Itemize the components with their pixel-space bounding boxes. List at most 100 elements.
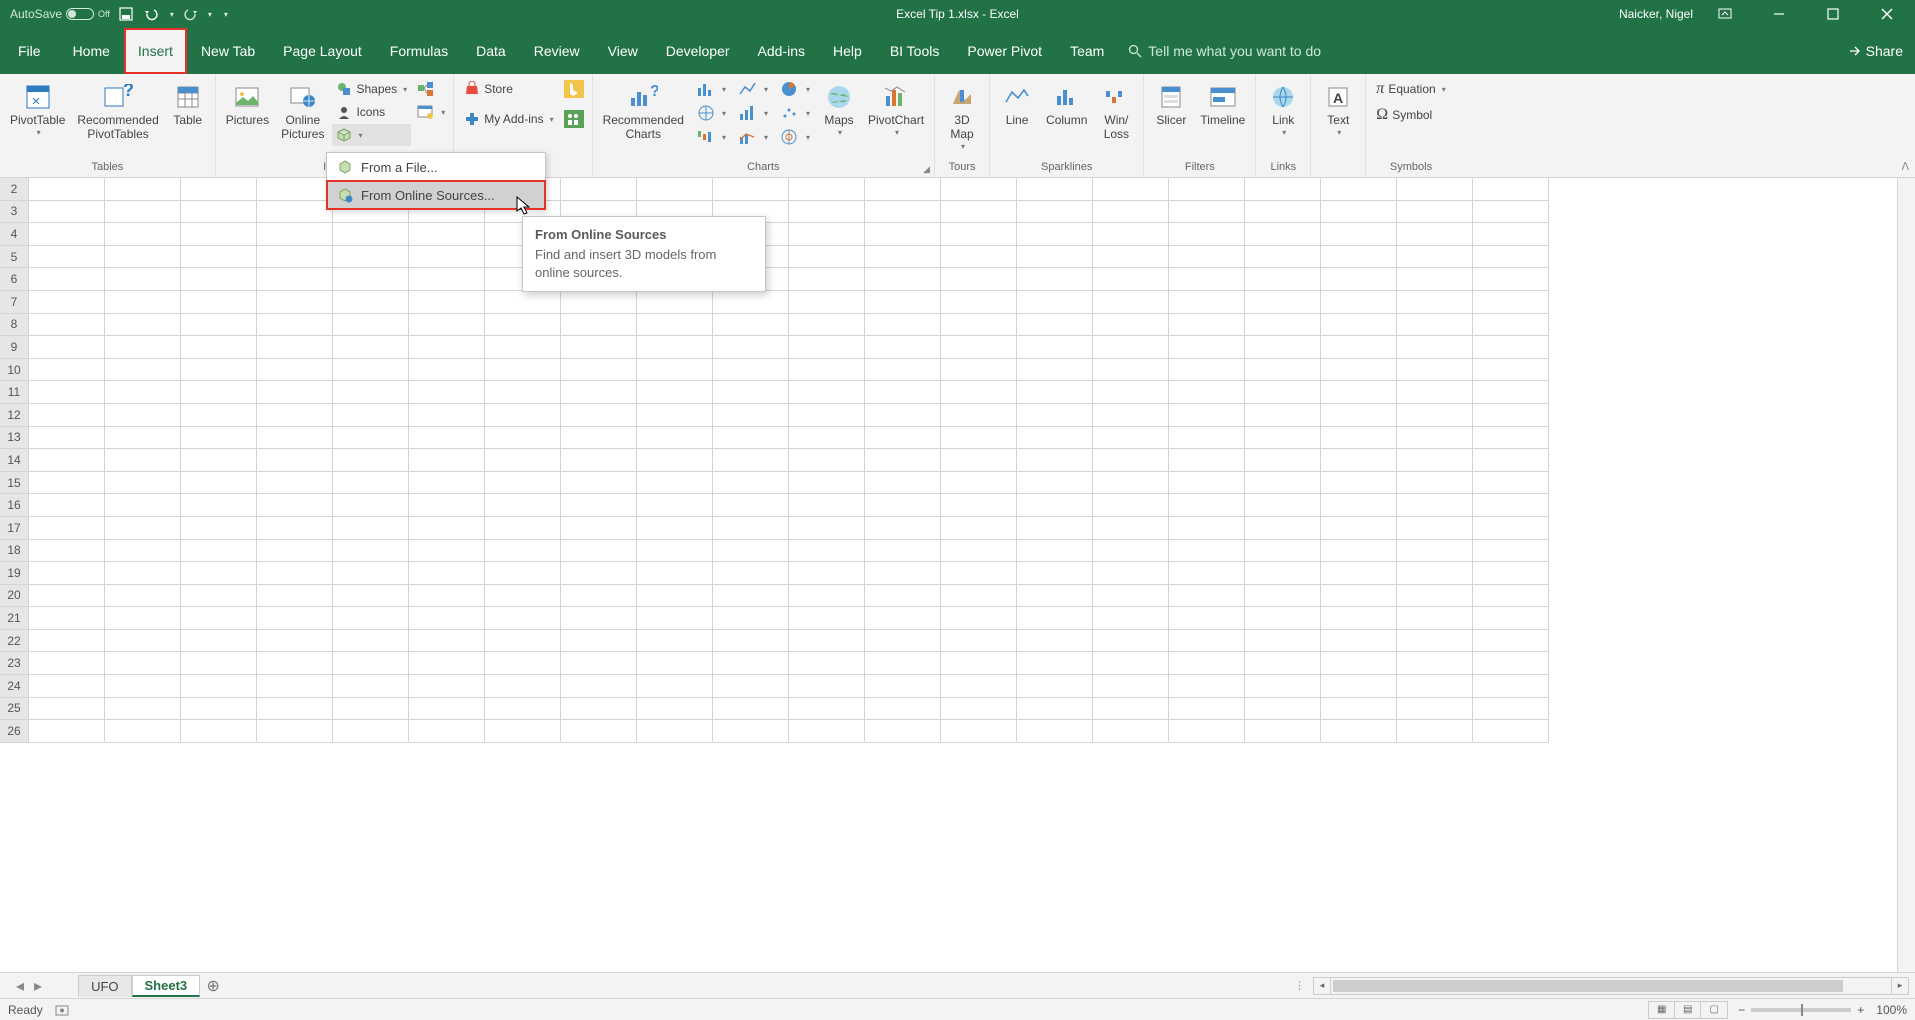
cell[interactable] xyxy=(1245,381,1321,404)
cell[interactable] xyxy=(865,178,941,201)
cell[interactable] xyxy=(941,359,1017,382)
cell[interactable] xyxy=(865,268,941,291)
cell[interactable] xyxy=(1093,585,1169,608)
cell[interactable] xyxy=(1017,540,1093,563)
cell[interactable] xyxy=(1017,336,1093,359)
cell[interactable] xyxy=(789,427,865,450)
cell[interactable] xyxy=(181,585,257,608)
cell[interactable] xyxy=(105,314,181,337)
cell[interactable] xyxy=(1245,223,1321,246)
cell[interactable] xyxy=(1473,472,1549,495)
cell[interactable] xyxy=(105,494,181,517)
cell[interactable] xyxy=(257,698,333,721)
cell[interactable] xyxy=(789,630,865,653)
cell[interactable] xyxy=(485,359,561,382)
cell[interactable] xyxy=(1017,314,1093,337)
row-header[interactable]: 4 xyxy=(0,223,29,246)
cell[interactable] xyxy=(29,540,105,563)
row-header[interactable]: 8 xyxy=(0,314,29,337)
cell[interactable] xyxy=(713,449,789,472)
cell[interactable] xyxy=(257,223,333,246)
cell[interactable] xyxy=(257,562,333,585)
cell[interactable] xyxy=(789,675,865,698)
cell[interactable] xyxy=(1473,517,1549,540)
cell[interactable] xyxy=(1169,404,1245,427)
charts-launcher[interactable]: ◢ xyxy=(923,164,930,175)
cell[interactable] xyxy=(865,449,941,472)
cell[interactable] xyxy=(1473,630,1549,653)
cell[interactable] xyxy=(713,652,789,675)
statistic-chart-button[interactable]: ▾ xyxy=(734,102,772,124)
cell[interactable] xyxy=(29,698,105,721)
cell[interactable] xyxy=(1017,178,1093,201)
cell[interactable] xyxy=(409,652,485,675)
cell[interactable] xyxy=(257,381,333,404)
cell[interactable] xyxy=(1169,540,1245,563)
cell[interactable] xyxy=(485,427,561,450)
cell[interactable] xyxy=(941,427,1017,450)
cell[interactable] xyxy=(1169,585,1245,608)
cell[interactable] xyxy=(1321,562,1397,585)
table-button[interactable]: Table xyxy=(167,78,209,130)
cell[interactable] xyxy=(105,630,181,653)
cell[interactable] xyxy=(257,720,333,743)
cell[interactable] xyxy=(789,404,865,427)
cell[interactable] xyxy=(181,246,257,269)
cell[interactable] xyxy=(105,675,181,698)
maximize-button[interactable] xyxy=(1811,0,1855,28)
cell[interactable] xyxy=(29,675,105,698)
cell[interactable] xyxy=(1017,562,1093,585)
cell[interactable] xyxy=(1245,675,1321,698)
cell[interactable] xyxy=(1321,472,1397,495)
cell[interactable] xyxy=(865,223,941,246)
cell[interactable] xyxy=(561,404,637,427)
hierarchy-chart-button[interactable]: ▾ xyxy=(692,102,730,124)
cell[interactable] xyxy=(29,652,105,675)
qat-customize[interactable]: ▾ xyxy=(224,10,228,19)
cell[interactable] xyxy=(941,630,1017,653)
cell[interactable] xyxy=(333,449,409,472)
cell[interactable] xyxy=(789,652,865,675)
cell[interactable] xyxy=(333,314,409,337)
cell[interactable] xyxy=(1017,246,1093,269)
cell[interactable] xyxy=(1017,720,1093,743)
cell[interactable] xyxy=(1473,359,1549,382)
cell[interactable] xyxy=(561,359,637,382)
cell[interactable] xyxy=(941,223,1017,246)
cell[interactable] xyxy=(561,540,637,563)
cell[interactable] xyxy=(409,675,485,698)
cell[interactable] xyxy=(1321,246,1397,269)
cell[interactable] xyxy=(561,698,637,721)
cell[interactable] xyxy=(257,540,333,563)
cell[interactable] xyxy=(1093,201,1169,224)
cell[interactable] xyxy=(1245,585,1321,608)
cell[interactable] xyxy=(1245,268,1321,291)
slicer-button[interactable]: Slicer xyxy=(1150,78,1192,130)
tab-team[interactable]: Team xyxy=(1056,28,1118,74)
cell[interactable] xyxy=(941,472,1017,495)
cell[interactable] xyxy=(485,698,561,721)
cell[interactable] xyxy=(333,381,409,404)
cell[interactable] xyxy=(637,449,713,472)
cell[interactable] xyxy=(485,472,561,495)
cell[interactable] xyxy=(181,336,257,359)
cell[interactable] xyxy=(941,178,1017,201)
cell[interactable] xyxy=(105,201,181,224)
cell[interactable] xyxy=(865,698,941,721)
cell[interactable] xyxy=(1245,517,1321,540)
cell[interactable] xyxy=(1093,268,1169,291)
cell[interactable] xyxy=(1321,268,1397,291)
cell[interactable] xyxy=(1473,291,1549,314)
cell[interactable] xyxy=(1321,291,1397,314)
cell[interactable] xyxy=(561,381,637,404)
cell[interactable] xyxy=(713,675,789,698)
cell[interactable] xyxy=(1321,314,1397,337)
cell[interactable] xyxy=(1397,562,1473,585)
cell[interactable] xyxy=(1245,562,1321,585)
cell[interactable] xyxy=(485,291,561,314)
cell[interactable] xyxy=(1397,449,1473,472)
cell[interactable] xyxy=(1093,359,1169,382)
cell[interactable] xyxy=(865,517,941,540)
cell[interactable] xyxy=(1397,720,1473,743)
sheet-tab-ufo[interactable]: UFO xyxy=(78,975,131,997)
